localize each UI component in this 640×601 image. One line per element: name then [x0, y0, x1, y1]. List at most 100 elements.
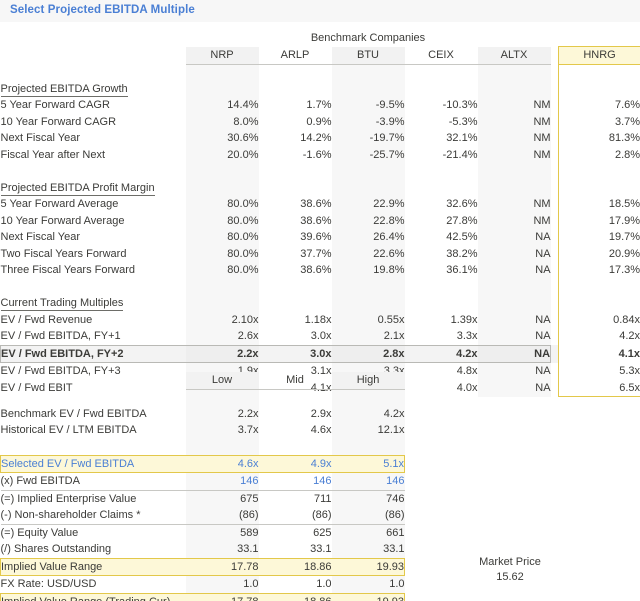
table-row[interactable]: Three Fiscal Years Forward 80.0% 38.6% 1… [1, 262, 640, 279]
table-row[interactable]: Historical EV / LTM EBITDA 3.7x 4.6x 12.… [1, 422, 640, 439]
cell-mid[interactable]: 4.9x [259, 455, 332, 473]
cell-nrp: 80.0% [186, 213, 259, 230]
cell-high[interactable]: 5.1x [332, 455, 405, 473]
section-title-profit-margin: Projected EBITDA Profit Margin [1, 180, 186, 197]
column-header-hnrg[interactable]: HNRG [559, 47, 640, 65]
column-header-altx[interactable]: ALTX [478, 47, 551, 65]
row-label: 10 Year Forward Average [1, 213, 186, 230]
cell-btu: 2.1x [332, 328, 405, 345]
table-row[interactable]: Next Fiscal Year 30.6% 14.2% -19.7% 32.1… [1, 130, 640, 147]
gutter-cell [551, 47, 559, 65]
cell-nrp: 8.0% [186, 114, 259, 131]
cell-arlp: 38.6% [259, 213, 332, 230]
table-row[interactable]: (=) Implied Enterprise Value 675 711 746 [1, 490, 640, 507]
cell-high[interactable]: 146 [332, 473, 405, 491]
cell-hnrg: 19.7% [559, 229, 640, 246]
cell-low: 1.0 [186, 576, 259, 594]
cell-altx: NA [478, 312, 551, 329]
cell-ceix: 4.2x [405, 345, 478, 363]
cell-altx: NA [478, 262, 551, 279]
column-header-ceix[interactable]: CEIX [405, 47, 478, 65]
table-row[interactable]: Two Fiscal Years Forward 80.0% 37.7% 22.… [1, 246, 640, 263]
column-header-btu[interactable]: BTU [332, 47, 405, 65]
column-header-low[interactable]: Low [186, 372, 259, 389]
cell-high: 1.0 [332, 576, 405, 594]
cell-altx: NM [478, 130, 551, 147]
subject-group-spacer [559, 30, 640, 47]
row-label: (-) Non-shareholder Claims * [1, 507, 186, 524]
cell-ceix: 1.39x [405, 312, 478, 329]
row-label: EV / Fwd Revenue [1, 312, 186, 329]
cell-arlp: 14.2% [259, 130, 332, 147]
cell-ceix: 36.1% [405, 262, 478, 279]
cell-low: 589 [186, 524, 259, 541]
cell-mid: 2.9x [259, 406, 332, 423]
row-label: 5 Year Forward CAGR [1, 97, 186, 114]
cell-hnrg: 4.2x [559, 328, 640, 345]
cell-btu: 19.8% [332, 262, 405, 279]
table-row[interactable]: Benchmark EV / Fwd EBITDA 2.2x 2.9x 4.2x [1, 406, 640, 423]
cell-mid: 1.0 [259, 576, 332, 594]
cell-hnrg: 81.3% [559, 130, 640, 147]
page-title: Select Projected EBITDA Multiple [10, 4, 195, 16]
section-title-trading-multiples: Current Trading Multiples [1, 295, 186, 312]
table-row[interactable]: Fiscal Year after Next 20.0% -1.6% -25.7… [1, 147, 640, 164]
table-row[interactable]: 5 Year Forward CAGR 14.4% 1.7% -9.5% -10… [1, 97, 640, 114]
cell-arlp: 39.6% [259, 229, 332, 246]
spreadsheet-page: Select Projected EBITDA Multiple Benchma… [0, 0, 640, 601]
cell-low: 675 [186, 490, 259, 507]
row-label: EV / Fwd EBITDA, FY+1 [1, 328, 186, 345]
table-row[interactable]: Next Fiscal Year 80.0% 39.6% 26.4% 42.5%… [1, 229, 640, 246]
cell-btu: -3.9% [332, 114, 405, 131]
cell-hnrg: 2.8% [559, 147, 640, 164]
table-row[interactable]: 10 Year Forward CAGR 8.0% 0.9% -3.9% -5.… [1, 114, 640, 131]
cell-low[interactable]: 4.6x [186, 455, 259, 473]
table-row[interactable]: 5 Year Forward Average 80.0% 38.6% 22.9%… [1, 196, 640, 213]
market-price-value: 15.62 [440, 571, 580, 583]
row-label: (x) Fwd EBITDA [1, 473, 186, 491]
table-row[interactable]: EV / Fwd Revenue 2.10x 1.18x 0.55x 1.39x… [1, 312, 640, 329]
cell-low[interactable]: 146 [186, 473, 259, 491]
column-header-arlp[interactable]: ARLP [259, 47, 332, 65]
column-header-high[interactable]: High [332, 372, 405, 389]
cell-high: 746 [332, 490, 405, 507]
table-row[interactable]: (=) Equity Value 589 625 661 [1, 524, 640, 541]
table-row[interactable]: (-) Non-shareholder Claims * (86) (86) (… [1, 507, 640, 524]
cell-low: 2.2x [186, 406, 259, 423]
row-label: Implied Value Range (Trading Cur) [1, 593, 186, 601]
row-label: FX Rate: USD/USD [1, 576, 186, 594]
cell-btu: 22.8% [332, 213, 405, 230]
cell-ceix: -21.4% [405, 147, 478, 164]
cell-hnrg: 3.7% [559, 114, 640, 131]
cell-altx: NA [478, 246, 551, 263]
cell-altx: NM [478, 213, 551, 230]
column-header-mid[interactable]: Mid [259, 372, 332, 389]
cell-btu: 26.4% [332, 229, 405, 246]
section-header-row: Projected EBITDA Growth [1, 81, 640, 98]
cell-arlp: 38.6% [259, 196, 332, 213]
cell-ceix: 42.5% [405, 229, 478, 246]
cell-mid[interactable]: 146 [259, 473, 332, 491]
cell-low: (86) [186, 507, 259, 524]
group-header-spacer [1, 30, 186, 47]
cell-mid: 625 [259, 524, 332, 541]
cell-arlp: -1.6% [259, 147, 332, 164]
row-label: Implied Value Range [1, 558, 186, 576]
cell-high: 33.1 [332, 541, 405, 558]
implied-value-range-trading-cur-row[interactable]: Implied Value Range (Trading Cur) 17.78 … [1, 593, 640, 601]
cell-altx: NM [478, 196, 551, 213]
cell-nrp: 14.4% [186, 97, 259, 114]
table-row[interactable]: EV / Fwd EBITDA, FY+1 2.6x 3.0x 2.1x 3.3… [1, 328, 640, 345]
cell-ceix: -10.3% [405, 97, 478, 114]
section-title-band: Select Projected EBITDA Multiple [0, 0, 640, 22]
table-row[interactable]: (x) Fwd EBITDA 146 146 146 [1, 473, 640, 491]
table-row[interactable]: 10 Year Forward Average 80.0% 38.6% 22.8… [1, 213, 640, 230]
row-label: 10 Year Forward CAGR [1, 114, 186, 131]
column-header-nrp[interactable]: NRP [186, 47, 259, 65]
row-label: Three Fiscal Years Forward [1, 262, 186, 279]
selected-multiple-row[interactable]: EV / Fwd EBITDA, FY+2 2.2x 3.0x 2.8x 4.2… [1, 345, 640, 363]
cell-nrp: 30.6% [186, 130, 259, 147]
selected-ev-fwd-ebitda-row[interactable]: Selected EV / Fwd EBITDA 4.6x 4.9x 5.1x [1, 455, 640, 473]
cell-hnrg: 4.1x [559, 345, 640, 363]
benchmark-companies-table: Benchmark Companies NRP ARLP BTU CEIX AL… [0, 30, 640, 397]
